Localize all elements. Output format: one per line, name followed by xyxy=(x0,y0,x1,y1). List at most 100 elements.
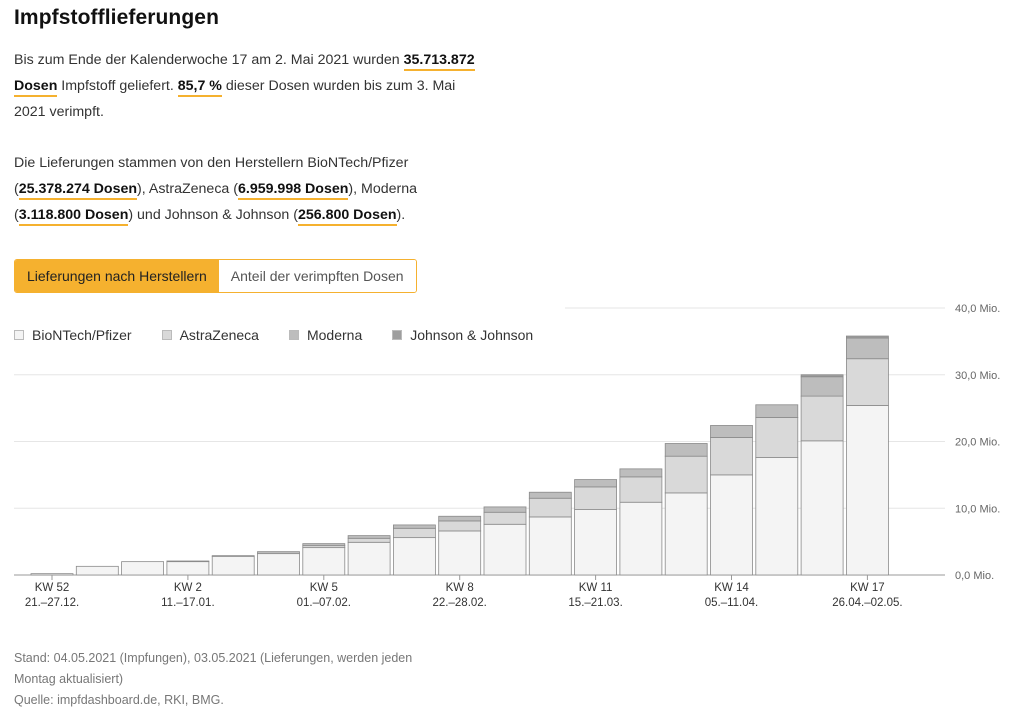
footer-source: Quelle: impfdashboard.de, RKI, BMG. xyxy=(14,693,224,707)
bar-segment-moderna-kw4 xyxy=(257,551,300,555)
bar-segment-biontech-kw53 xyxy=(75,565,119,576)
page-title: Impfstofflieferungen xyxy=(14,6,219,29)
bar-segment-biontech-kw7 xyxy=(392,537,436,576)
bar-segment-biontech-kw1 xyxy=(121,561,164,576)
vaccinated-share-value: 85,7 % xyxy=(177,78,222,97)
manufacturers-paragraph: Die Lieferungen stammen von den Herstell… xyxy=(14,150,484,228)
bar-segment-moderna-kw15 xyxy=(755,404,799,418)
bar-segment-biontech-kw8 xyxy=(438,530,482,576)
x-tick-date-label: 01.–07.02. xyxy=(297,597,351,609)
bar-segment-biontech-kw12 xyxy=(619,501,663,576)
astrazeneca-doses-value: 6.959.998 Dosen xyxy=(237,181,349,200)
intro-text-1: Bis zum Ende der Kalenderwoche 17 am 2. … xyxy=(14,52,404,68)
bar-segment-astrazeneca-kw9 xyxy=(483,511,527,525)
chart-legend: BioNTech/Pfizer AstraZeneca Moderna John… xyxy=(14,327,563,343)
bar-segment-moderna-kw8 xyxy=(438,515,482,522)
y-tick-label: 30,0 Mio. xyxy=(955,370,1000,382)
legend-item-jj: Johnson & Johnson xyxy=(392,327,533,343)
bar-segment-moderna-kw13 xyxy=(664,443,708,457)
bar-segment-biontech-kw17 xyxy=(846,405,889,576)
bar-segment-moderna-kw11 xyxy=(574,479,617,488)
x-tick-week-label: KW 14 xyxy=(714,582,749,594)
bar-segment-astrazeneca-kw17 xyxy=(846,358,889,406)
y-tick-label: 10,0 Mio. xyxy=(955,503,1000,515)
legend-swatch-moderna xyxy=(288,330,299,340)
biontech-doses-value: 25.378.274 Dosen xyxy=(18,181,138,200)
bar-segment-astrazeneca-kw12 xyxy=(619,476,663,503)
legend-item-moderna: Moderna xyxy=(288,327,363,343)
bar-segment-biontech-kw5 xyxy=(302,547,346,576)
bar-segment-moderna-kw12 xyxy=(619,468,663,478)
bar-segment-moderna-kw9 xyxy=(483,506,527,513)
bar-segment-moderna-kw3 xyxy=(211,555,255,557)
bar-segment-biontech-kw3 xyxy=(211,555,255,576)
bar-segment-moderna-kw6 xyxy=(347,535,391,539)
bar-segment-biontech-kw4 xyxy=(257,553,300,576)
y-tick-label: 20,0 Mio. xyxy=(955,437,1000,449)
x-tick-week-label: KW 5 xyxy=(310,582,338,594)
view-tabs: Lieferungen nach Herstellern Anteil der … xyxy=(14,259,417,293)
legend-label-jj: Johnson & Johnson xyxy=(410,327,534,343)
x-tick-date-label: 15.–21.03. xyxy=(568,597,622,609)
bar-segment-astrazeneca-kw16 xyxy=(800,395,844,442)
bar-segment-astrazeneca-kw6 xyxy=(347,537,391,543)
legend-swatch-jj xyxy=(392,330,403,340)
x-tick-date-label: 22.–28.02. xyxy=(433,597,487,609)
bar-segment-biontech-kw11 xyxy=(574,509,617,576)
intro-paragraph: Bis zum Ende der Kalenderwoche 17 am 2. … xyxy=(14,47,484,125)
tab-vaccinated-share[interactable]: Anteil der verimpften Dosen xyxy=(218,260,416,292)
bar-segment-biontech-kw14 xyxy=(710,474,753,576)
legend-swatch-astrazeneca xyxy=(161,330,172,340)
bar-segment-moderna-kw16 xyxy=(800,376,844,397)
bar-segment-moderna-kw10 xyxy=(528,491,572,499)
bar-segment-biontech-kw10 xyxy=(528,516,572,576)
footer-status-line-2: Montag aktualisiert) xyxy=(14,672,124,686)
bar-segment-jj-kw17 xyxy=(846,335,889,339)
moderna-doses-value: 3.118.800 Dosen xyxy=(18,207,129,226)
bar-segment-moderna-kw7 xyxy=(392,524,436,529)
bar-segment-biontech-kw13 xyxy=(664,492,708,576)
bar-segment-biontech-kw9 xyxy=(483,523,527,576)
bar-segment-astrazeneca-kw11 xyxy=(574,486,617,510)
tab-deliveries-by-manufacturer[interactable]: Lieferungen nach Herstellern xyxy=(15,260,219,292)
bar-segment-biontech-kw2 xyxy=(166,561,210,576)
bar-segment-astrazeneca-kw8 xyxy=(438,520,482,532)
bar-segment-astrazeneca-kw7 xyxy=(392,527,436,539)
bar-segment-moderna-kw14 xyxy=(710,425,753,438)
bar-segment-astrazeneca-kw14 xyxy=(710,437,753,476)
legend-label-biontech: BioNTech/Pfizer xyxy=(32,327,132,343)
bar-segment-biontech-kw15 xyxy=(755,457,799,576)
bar-segment-moderna-kw17 xyxy=(846,337,889,360)
bar-segment-astrazeneca-kw15 xyxy=(755,417,799,458)
x-tick-date-label: 05.–11.04. xyxy=(705,597,759,609)
x-tick-week-label: KW 8 xyxy=(446,582,474,594)
intro-text-2: Impfstoff geliefert. xyxy=(57,78,178,94)
jj-doses-value: 256.800 Dosen xyxy=(297,207,397,226)
chart-footer: Stand: 04.05.2021 (Impfungen), 03.05.202… xyxy=(14,648,412,711)
legend-label-astrazeneca: AstraZeneca xyxy=(179,327,259,343)
x-tick-date-label: 21.–27.12. xyxy=(25,597,79,609)
legend-item-astrazeneca: AstraZeneca xyxy=(161,327,259,343)
y-tick-label: 0,0 Mio. xyxy=(955,570,994,582)
bar-segment-astrazeneca-kw10 xyxy=(528,497,572,518)
x-tick-week-label: KW 52 xyxy=(35,582,70,594)
x-tick-week-label: KW 17 xyxy=(850,582,885,594)
makers-text-5: ). xyxy=(396,207,406,223)
bar-segment-biontech-kw6 xyxy=(347,541,391,576)
legend-item-biontech: BioNTech/Pfizer xyxy=(14,327,132,343)
bar-segment-biontech-kw16 xyxy=(800,440,844,576)
legend-swatch-biontech xyxy=(14,330,24,340)
x-tick-week-label: KW 2 xyxy=(174,582,202,594)
legend-label-moderna: Moderna xyxy=(306,327,363,343)
bar-segment-biontech-kw52 xyxy=(30,573,74,576)
bar-segment-moderna-kw5 xyxy=(302,543,346,547)
bar-segment-moderna-kw2 xyxy=(166,560,210,563)
makers-text-2: ), AstraZeneca ( xyxy=(137,181,238,197)
makers-text-4: ) und Johnson & Johnson ( xyxy=(128,207,298,223)
bar-segment-jj-kw16 xyxy=(800,374,844,378)
footer-status-line-1: Stand: 04.05.2021 (Impfungen), 03.05.202… xyxy=(14,651,413,665)
x-tick-week-label: KW 11 xyxy=(579,582,613,594)
x-tick-date-label: 11.–17.01. xyxy=(161,597,215,609)
x-tick-date-label: 26.04.–02.05. xyxy=(832,597,902,609)
y-tick-label: 40,0 Mio. xyxy=(955,303,1000,315)
